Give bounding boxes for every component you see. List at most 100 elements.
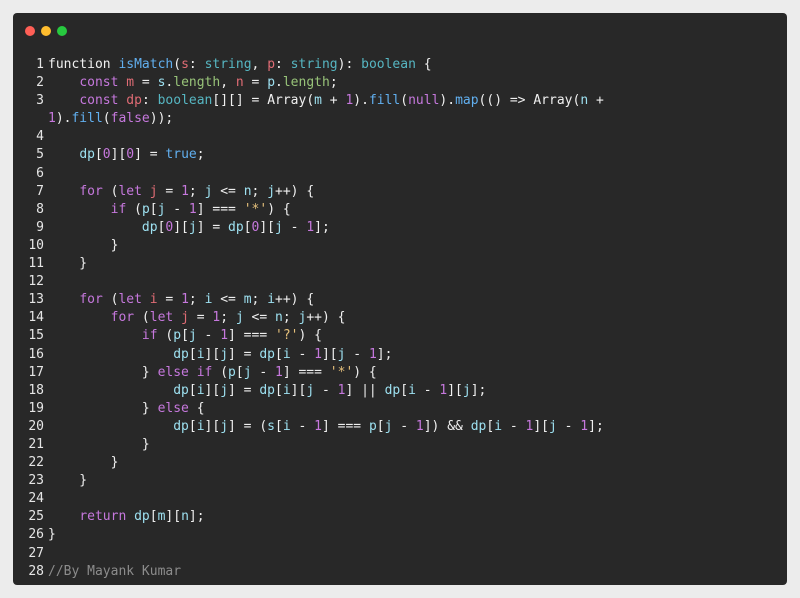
code-token: [ [400,382,409,398]
code-token: [ [188,346,197,362]
code-token: i [494,418,503,434]
code-line: 12 [27,273,781,291]
code-token: j [462,382,471,398]
code-token: 1 [220,328,229,344]
code-token: m [314,93,322,109]
code-token: - [251,364,275,380]
code-token: ; [196,147,205,163]
code-token: - [290,418,315,434]
code-token: '*' [243,201,268,217]
code-token: )); [149,111,174,127]
code-token: ( [400,93,409,109]
line-source: } [48,237,119,255]
code-token: ; [251,292,268,308]
line-source: 1).fill(false)); [48,110,173,128]
line-source: if (p[j - 1] === '?') { [48,327,322,345]
code-token: ( [102,183,119,199]
code-token: ][ [204,382,221,398]
code-token: n [235,75,244,91]
code-token: fill [368,93,401,109]
code-token: j [306,382,315,398]
code-token: ) { [353,364,377,380]
code-token: ) { [267,201,291,217]
code-token: string [204,57,252,72]
line-number: 6 [36,165,44,181]
code-token: : [141,93,158,109]
code-token: 1 [580,418,589,434]
line-source: } [48,472,87,490]
code-token: null [408,93,440,109]
code-token: dp [173,346,189,362]
code-token: dp [173,418,189,434]
code-token: 1 [368,346,377,362]
code-token: ) { [298,328,322,344]
code-token: [ [275,346,283,362]
code-token: { [415,57,432,72]
code-token: '*' [329,364,354,380]
line-source: dp[0][j] = dp[0][j - 1]; [48,219,330,237]
code-token: dp [79,147,95,163]
line-number: 26 [28,527,44,543]
code-token: ( [173,57,182,72]
code-token: ][ [290,382,307,398]
code-token: ] = [196,219,229,235]
code-token: length [282,75,330,91]
code-token: ; [282,310,299,326]
maximize-window-dot[interactable] [57,26,67,36]
code-token: 1 [181,183,189,199]
code-token: - [392,418,416,434]
code-token: ( [102,111,111,127]
code-line: 28//By Mayank Kumar [27,563,781,581]
code-token: boolean [157,93,213,109]
code-token: ][ [259,219,275,235]
code-token: ] = [134,147,166,163]
code-token: p [141,201,150,217]
code-line: 23 } [27,472,781,490]
code-token: dp [228,219,244,235]
line-number: 17 [28,364,44,380]
code-token: ( [134,310,150,326]
code-token: } [48,436,150,452]
code-token: } [48,455,119,471]
code-line: 14 for (let j = 1; j <= n; j++) { [27,309,781,327]
code-token: let [149,310,182,326]
code-token: [ [188,382,197,398]
code-token: const [79,75,127,91]
close-window-dot[interactable] [25,26,35,36]
line-source: //By Mayank Kumar [48,563,181,581]
code-token: let [118,183,150,199]
code-token: + [321,93,346,109]
code-token: ][ [321,346,338,362]
code-token: fill [71,111,103,127]
line-number: 21 [28,436,44,452]
code-token: j [220,346,229,362]
code-token: true [165,147,197,163]
line-source: dp[i][j] = dp[i - 1][j - 1]; [48,346,392,364]
code-token: . [275,75,283,91]
code-token: <= [212,183,244,199]
code-token: i [282,346,291,362]
code-token: - [556,418,581,434]
code-line: 15 if (p[j - 1] === '?') { [27,327,781,345]
code-token: 1 [306,219,315,235]
code-token: ]; [470,382,487,398]
code-token: ]; [188,509,205,525]
code-token: - [502,418,526,434]
code-token: : [188,57,205,72]
code-token: ]; [314,219,330,235]
code-token: else if [157,364,213,380]
code-token: j [149,183,158,199]
code-token: dp [134,509,150,525]
window-titlebar [13,13,787,49]
code-token: m [243,292,252,308]
minimize-window-dot[interactable] [41,26,51,36]
code-token: = [157,183,182,199]
line-number: 24 [28,491,44,507]
code-token: j [243,364,252,380]
line-number: 12 [28,274,44,290]
code-line: 27 [27,545,781,563]
code-token: } [48,364,158,380]
